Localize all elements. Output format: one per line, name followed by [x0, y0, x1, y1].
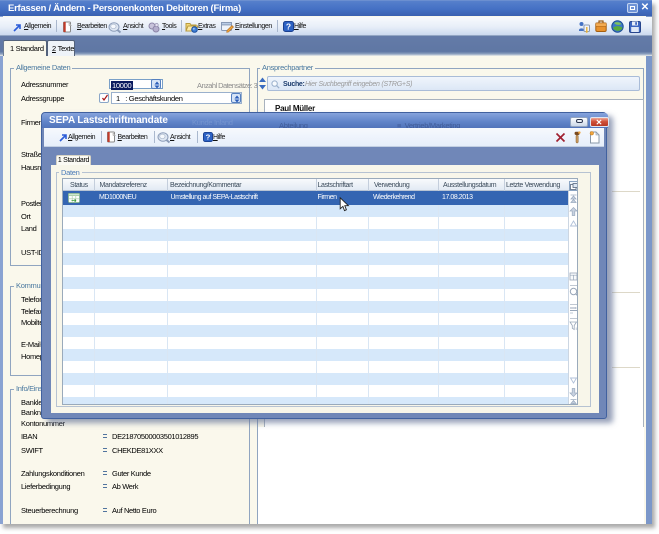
svg-text:?: ? — [286, 22, 291, 32]
svg-text:?: ? — [205, 133, 210, 142]
